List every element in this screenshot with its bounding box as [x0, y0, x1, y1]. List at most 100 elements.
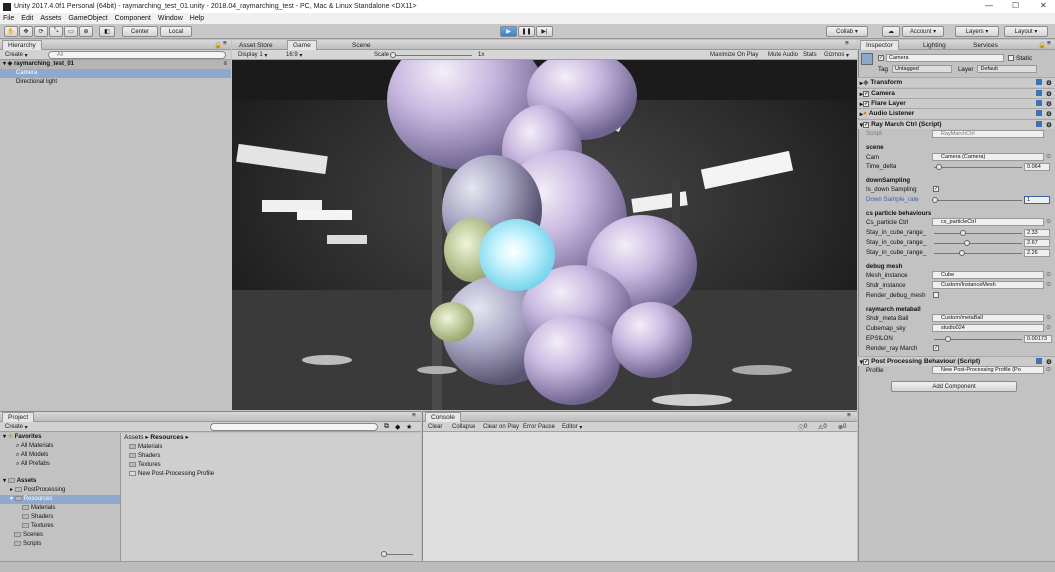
assets-group[interactable]: ▾ Assets [0, 477, 120, 486]
play-button[interactable]: ▶ [500, 26, 517, 37]
hierarchy-item-camera[interactable]: Camera [0, 69, 231, 78]
folder-materials[interactable]: Materials [0, 504, 120, 513]
menu-gameobject[interactable]: GameObject [68, 15, 107, 22]
icon-size-slider[interactable] [383, 554, 413, 555]
component-gear-icon[interactable]: ⚙ [1046, 110, 1052, 118]
inspector-menu-icon[interactable]: ≡ [1047, 40, 1051, 47]
time-delta-slider[interactable] [934, 167, 1022, 168]
fav-item-models[interactable]: ⌕ All Models [0, 451, 120, 460]
tab-console[interactable]: Console [425, 412, 461, 422]
lock-icon[interactable]: 🔒 [214, 41, 222, 49]
scale-tool-icon[interactable]: ⤡ [49, 26, 63, 37]
inspector-lock-icon[interactable]: 🔒 [1038, 41, 1046, 49]
component-help-icon[interactable] [1036, 99, 1042, 108]
maximize-on-play-toggle[interactable]: Maximize On Play [708, 51, 760, 59]
display-dropdown[interactable]: Display 1 ▾ [236, 51, 269, 59]
filter-label-icon[interactable]: ◆ [395, 423, 400, 431]
tab-asset-store[interactable]: Asset Store [234, 40, 278, 50]
transform-tool-icon[interactable]: ⊕ [79, 26, 93, 37]
scale-slider-knob[interactable] [390, 52, 396, 58]
static-checkbox[interactable] [1008, 55, 1014, 61]
filter-type-icon[interactable]: ⧉ [384, 423, 389, 431]
tab-project[interactable]: Project [2, 412, 35, 422]
minimize-icon[interactable]: — [985, 1, 993, 10]
hand-tool-icon[interactable]: ✋ [4, 26, 18, 37]
cs-particle-ctrl-field[interactable]: cs_particleCtrl [932, 218, 1044, 226]
tab-hierarchy[interactable]: Hierarchy [2, 40, 42, 50]
console-log-count[interactable]: ⓘ 0 [796, 423, 809, 432]
component-camera[interactable]: ▸ ✓ Camera ⚙ [858, 88, 1055, 98]
folder-scenes[interactable]: Scenes [0, 531, 120, 540]
object-name-field[interactable]: Camera [886, 54, 1004, 62]
step-button[interactable]: ▶| [536, 26, 553, 37]
component-enabled-checkbox[interactable]: ✓ [863, 121, 870, 128]
component-audio-listener[interactable]: ▸ ● Audio Listener ⚙ [858, 108, 1055, 118]
rotate-tool-icon[interactable]: ⟳ [34, 26, 48, 37]
console-clear-on-play-button[interactable]: Clear on Play [481, 423, 521, 431]
stay-range-3-knob[interactable] [959, 250, 965, 256]
render-debug-checkbox[interactable] [933, 292, 939, 298]
move-tool-icon[interactable]: ✥ [19, 26, 33, 37]
file-item[interactable]: New Post-Processing Profile [129, 470, 214, 479]
stay-range-1-slider[interactable] [934, 233, 1022, 234]
component-enabled-checkbox[interactable]: ✓ [863, 100, 870, 107]
tab-game[interactable]: Game [287, 40, 317, 50]
center-panel-menu-icon[interactable]: ≡ [845, 40, 849, 47]
menu-file[interactable]: File [3, 15, 14, 22]
scene-menu-icon[interactable]: ≡ [223, 60, 227, 69]
file-item[interactable]: Materials [129, 443, 214, 452]
scale-slider-track[interactable] [392, 55, 472, 56]
epsilon-knob[interactable] [945, 336, 951, 342]
add-component-button[interactable]: Add Component [891, 381, 1017, 392]
project-panel-menu-icon[interactable]: ≡ [412, 412, 416, 419]
aspect-dropdown[interactable]: 16:9 ▾ [284, 51, 304, 59]
hierarchy-item-light[interactable]: Directional light [0, 78, 231, 87]
hierarchy-search-input[interactable]: All [48, 51, 226, 59]
rect-tool-icon[interactable]: ▭ [64, 26, 78, 37]
stay-range-2-knob[interactable] [964, 240, 970, 246]
console-error-pause-button[interactable]: Error Pause [521, 423, 557, 431]
folder-postprocessing[interactable]: ▸ PostProcessing [0, 486, 120, 495]
menu-component[interactable]: Component [115, 15, 151, 22]
console-error-count[interactable]: ⊗ 0 [836, 423, 848, 431]
component-gear-icon[interactable]: ⚙ [1046, 100, 1052, 108]
scene-row[interactable]: ▾ ◈ raymarching_test_01 ≡ [0, 60, 231, 69]
console-editor-dropdown[interactable]: Editor ▾ [560, 423, 584, 431]
hierarchy-create-button[interactable]: Create ▾ [3, 51, 30, 59]
stay-range-1-field[interactable]: 2.33 [1024, 229, 1050, 237]
object-picker-icon[interactable]: ⊙ [1046, 218, 1051, 225]
folder-textures[interactable]: Textures [0, 522, 120, 531]
tag-dropdown[interactable]: Untagged [891, 65, 952, 73]
project-search-input[interactable] [210, 423, 378, 431]
layers-dropdown[interactable]: Layers ▾ [955, 26, 999, 37]
tab-scene[interactable]: Scene [347, 40, 375, 50]
console-warning-count[interactable]: ⚠ 0 [816, 423, 829, 431]
component-help-icon[interactable] [1036, 120, 1042, 129]
component-flare-layer[interactable]: ▸ ✓ Flare Layer ⚙ [858, 98, 1055, 108]
console-collapse-button[interactable]: Collapse [450, 423, 477, 431]
layer-dropdown[interactable]: Default [977, 65, 1038, 73]
tab-lighting[interactable]: Lighting [918, 40, 951, 50]
breadcrumb-assets[interactable]: Assets [124, 434, 144, 441]
collab-button[interactable]: Collab ▾ [826, 26, 868, 37]
stay-range-3-field[interactable]: 2.26 [1024, 249, 1050, 257]
console-clear-button[interactable]: Clear [426, 423, 444, 431]
component-enabled-checkbox[interactable]: ✓ [863, 358, 870, 365]
object-picker-icon[interactable]: ⊙ [1046, 281, 1051, 288]
object-picker-icon[interactable]: ⊙ [1046, 314, 1051, 321]
shdr-instance-field[interactable]: Custom/InstanceMesh [932, 281, 1044, 289]
file-item[interactable]: Textures [129, 461, 214, 470]
profile-field[interactable]: New Post-Processing Profile (Po [932, 366, 1044, 374]
component-help-icon[interactable] [1036, 89, 1042, 98]
component-gear-icon[interactable]: ⚙ [1046, 121, 1052, 129]
fav-item-materials[interactable]: ⌕ All Materials [0, 442, 120, 451]
stay-range-2-field[interactable]: 2.67 [1024, 239, 1050, 247]
folder-resources[interactable]: ▾ Resources [0, 495, 120, 504]
active-checkbox[interactable]: ✓ [878, 55, 884, 61]
object-picker-icon[interactable]: ⊙ [1046, 153, 1051, 160]
favorite-star-icon[interactable]: ★ [406, 423, 412, 431]
cubemap-sky-field[interactable]: studio024 [932, 324, 1044, 332]
component-raymarch-ctrl[interactable]: ▾ ✓ Ray March Ctrl (Script) ⚙ [858, 119, 1055, 129]
shdr-metaball-field[interactable]: Custom/metaBall [932, 314, 1044, 322]
render-raymarch-checkbox[interactable]: ✓ [933, 345, 939, 351]
